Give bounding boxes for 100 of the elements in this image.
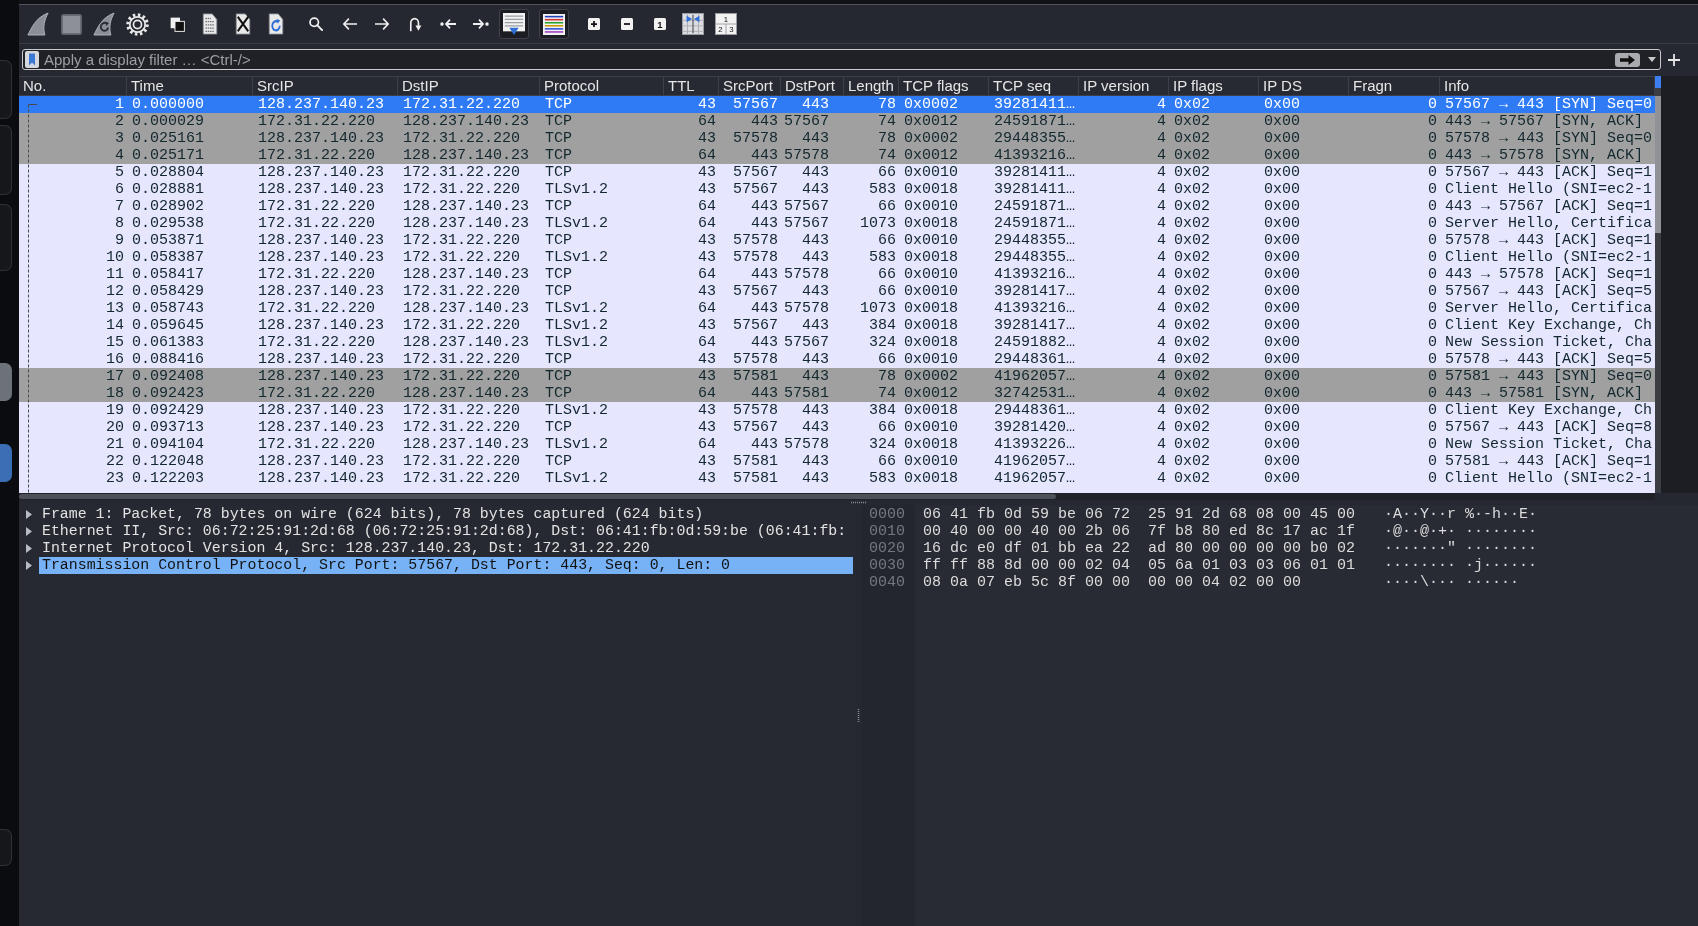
byte-offset: 0020 [869, 540, 906, 557]
triangle-right-icon[interactable] [26, 510, 32, 519]
source-ip: 128.237.140.23 [258, 317, 385, 334]
column-header[interactable]: Length [844, 77, 899, 95]
tree-item[interactable]: Transmission Control Protocol, Src Port: 57567, Dst Port: 443, Seq: 0, Len: 0 [39, 557, 853, 574]
source-ip: 128.237.140.23 [258, 453, 385, 470]
vertical-scrollbar[interactable] [1655, 76, 1661, 493]
packet-row[interactable]: 18 0.092423 172.31.22.220 128.237.140.23 TCP 64 443 57581 74 0x0012 32742531… 4 0x02 0x00 0 443 → 57581 [SYN, ACK] [19, 385, 1655, 402]
column-header[interactable]: Time [127, 77, 253, 95]
toolbar-button[interactable]: 1 [645, 9, 675, 39]
apply-filter-button[interactable] [1615, 52, 1640, 67]
destination-port: 443 [802, 283, 829, 300]
protocol-name: TCP [545, 130, 572, 147]
fragment-offset: 0 [1428, 385, 1437, 402]
column-header[interactable]: TTL [664, 77, 719, 95]
destination-ip: 128.237.140.23 [403, 113, 530, 130]
tcp-sequence: 39281420… [994, 419, 1075, 436]
destination-port: 57567 [784, 334, 829, 351]
splitter-grip-icon[interactable] [857, 708, 860, 723]
packet-row[interactable]: 17 0.092408 128.237.140.23 172.31.22.220 TCP 43 57581 443 78 0x0002 41962057… 4 0x02 0x00 0 57581 → 443 [SYN] Seq=0 [19, 368, 1655, 385]
protocol-name: TCP [545, 232, 572, 249]
tree-item[interactable]: Internet Protocol Version 4, Src: 128.237.140.23, Dst: 172.31.22.220 [39, 540, 853, 557]
tree-item[interactable]: Frame 1: Packet, 78 bytes on wire (624 bits), 78 bytes captured (624 bits) [39, 506, 853, 523]
source-port: 443 [751, 147, 778, 164]
scrollbar-thumb[interactable] [1655, 96, 1661, 233]
column-header[interactable]: SrcIP [253, 77, 398, 95]
splitter-grip-icon[interactable] [850, 501, 867, 504]
source-port: 57567 [733, 283, 778, 300]
packet-number: 3 [115, 130, 124, 147]
destination-ip: 172.31.22.220 [403, 96, 521, 113]
packet-number: 10 [106, 249, 124, 266]
column-header[interactable]: DstIP [398, 77, 540, 95]
ttl-value: 43 [698, 402, 716, 419]
plus-icon[interactable] [1668, 54, 1680, 66]
destination-ip: 172.31.22.220 [403, 368, 521, 385]
column-header[interactable]: DstPort [781, 77, 844, 95]
scrollbar-thumb[interactable] [19, 494, 1056, 499]
triangle-right-icon[interactable] [26, 527, 32, 536]
info-text: Client Hello (SNI=ec2-1 [1445, 249, 1653, 266]
fragment-offset: 0 [1428, 215, 1437, 232]
fragment-offset: 0 [1428, 419, 1437, 436]
documents-icon [169, 16, 185, 32]
triangle-right-icon[interactable] [26, 544, 32, 553]
ip-version: 4 [1157, 419, 1166, 436]
column-header[interactable]: Protocol [540, 77, 664, 95]
tree-item[interactable]: Ethernet II, Src: 06:72:25:91:2d:68 (06:72:25:91:2d:68), Dst: 06:41:fb:0d:59:be (06:41:fb: [39, 523, 853, 540]
ip-ds-value: 0x00 [1264, 368, 1300, 385]
info-text: 57567 → 443 [ACK] Seq=1 [1445, 164, 1653, 181]
tcp-sequence: 29448361… [994, 351, 1075, 368]
column-header[interactable]: Fragn [1349, 77, 1440, 95]
ttl-value: 64 [698, 198, 716, 215]
ip-version: 4 [1157, 436, 1166, 453]
timestamp: 0.059645 [132, 317, 204, 334]
destination-ip: 128.237.140.23 [403, 334, 530, 351]
toolbar-button[interactable] [499, 9, 529, 39]
packet-row[interactable]: 2 0.000029 172.31.22.220 128.237.140.23 TCP 64 443 57567 74 0x0012 24591871… 4 0x02 0x00 0 443 → 57567 [SYN, ACK] [19, 113, 1655, 130]
packet-row[interactable]: 3 0.025161 128.237.140.23 172.31.22.220 TCP 43 57578 443 78 0x0002 29448355… 4 0x02 0x00 0 57578 → 443 [SYN] Seq=0 [19, 130, 1655, 147]
ip-flags: 0x02 [1174, 334, 1210, 351]
toolbar-button[interactable] [539, 9, 569, 39]
column-header[interactable]: No. [19, 77, 127, 95]
destination-ip: 128.237.140.23 [403, 266, 530, 283]
document-x-icon [234, 13, 252, 35]
column-header[interactable]: SrcPort [719, 77, 781, 95]
tcp-sequence: 41962057… [994, 453, 1075, 470]
ip-flags: 0x02 [1174, 147, 1210, 164]
caret-down-icon[interactable] [1648, 57, 1656, 62]
bookmark-icon[interactable] [25, 51, 39, 68]
fragment-offset: 0 [1428, 351, 1437, 368]
ttl-value: 43 [698, 317, 716, 334]
column-header[interactable]: TCP flags [899, 77, 989, 95]
packet-row[interactable]: 1 0.000000 128.237.140.23 172.31.22.220 TCP 43 57567 443 78 0x0002 39281411… 4 0x02 0x00 0 57567 → 443 [SYN] Seq=0 [19, 96, 1655, 113]
packet-number: 13 [106, 300, 124, 317]
fragment-offset: 0 [1428, 266, 1437, 283]
column-header[interactable]: TCP seq [989, 77, 1079, 95]
ip-ds-value: 0x00 [1264, 470, 1300, 487]
related-packets-line-icon [28, 104, 37, 493]
tcp-sequence: 41393216… [994, 147, 1075, 164]
ip-flags: 0x02 [1174, 470, 1210, 487]
packet-row[interactable]: 4 0.025171 172.31.22.220 128.237.140.23 TCP 64 443 57578 74 0x0012 41393216… 4 0x02 0x00 0 443 → 57578 [SYN, ACK] [19, 147, 1655, 164]
packet-number: 7 [115, 198, 124, 215]
tcp-sequence: 29448355… [994, 232, 1075, 249]
thumbnail-placeholder [0, 444, 12, 482]
column-header[interactable]: IP version [1079, 77, 1169, 95]
packet-number: 2 [115, 113, 124, 130]
triangle-right-icon[interactable] [26, 561, 32, 570]
tcp-sequence: 29448361… [994, 402, 1075, 419]
horizontal-scrollbar[interactable] [19, 493, 1655, 500]
timestamp: 0.053871 [132, 232, 204, 249]
column-header[interactable]: IP DS [1259, 77, 1349, 95]
tcp-sequence: 39281417… [994, 283, 1075, 300]
ip-ds-value: 0x00 [1264, 96, 1300, 113]
tcp-sequence: 24591871… [994, 198, 1075, 215]
ip-ds-value: 0x00 [1264, 130, 1300, 147]
ttl-value: 43 [698, 130, 716, 147]
ip-version: 4 [1157, 334, 1166, 351]
protocol-name: TLSv1.2 [545, 181, 608, 198]
fragment-offset: 0 [1428, 181, 1437, 198]
packet-number: 5 [115, 164, 124, 181]
packet-length: 74 [878, 113, 896, 130]
column-header[interactable]: IP flags [1169, 77, 1259, 95]
